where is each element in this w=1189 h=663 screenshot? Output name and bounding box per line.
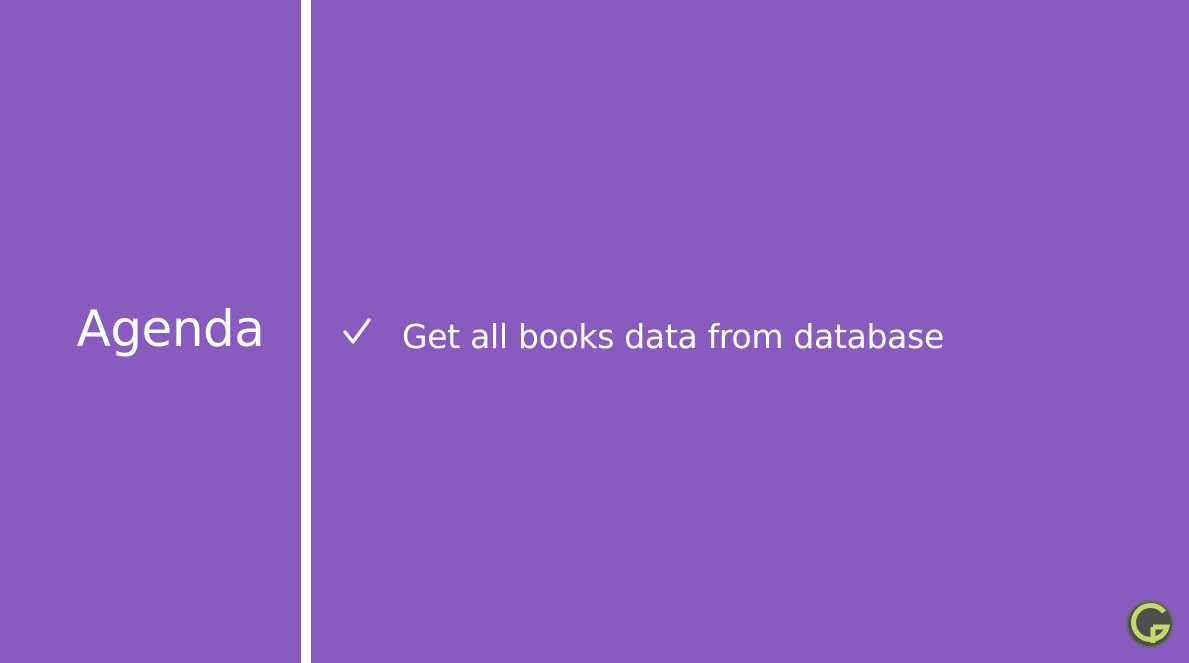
g-logo-icon [1124,598,1176,650]
vertical-divider [301,0,311,663]
check-icon [340,312,374,352]
agenda-item: Get all books data from database [340,312,944,362]
slide-title: Agenda [76,300,265,358]
agenda-item-text: Get all books data from database [402,317,944,356]
slide: Agenda Get all books data from database [0,0,1189,663]
